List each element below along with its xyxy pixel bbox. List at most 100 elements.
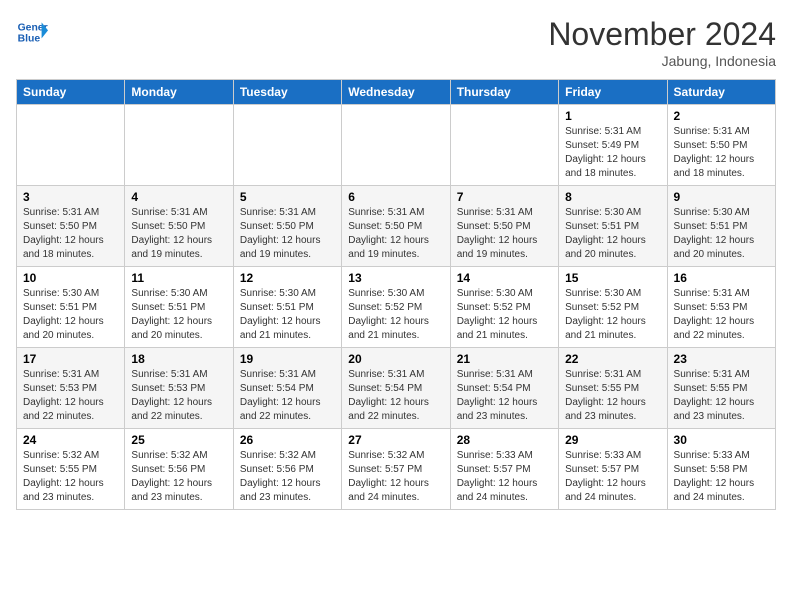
day-info: Sunrise: 5:30 AMSunset: 5:51 PMDaylight:… [565,206,660,262]
day-number: 27 [348,433,443,447]
day-number: 19 [240,352,335,366]
day-info: Sunrise: 5:31 AMSunset: 5:54 PMDaylight:… [457,368,552,424]
day-number: 11 [131,271,226,285]
calendar-table: SundayMondayTuesdayWednesdayThursdayFrid… [16,79,776,510]
day-number: 6 [348,190,443,204]
weekday-header: Monday [125,80,233,105]
calendar-cell: 8 Sunrise: 5:30 AMSunset: 5:51 PMDaylight… [559,186,667,267]
day-info: Sunrise: 5:32 AMSunset: 5:56 PMDaylight:… [131,449,226,505]
page-header: General Blue November 2024 Jabung, Indon… [16,16,776,69]
calendar-cell: 20 Sunrise: 5:31 AMSunset: 5:54 PMDayligh… [342,348,450,429]
day-number: 3 [23,190,118,204]
calendar-cell: 28 Sunrise: 5:33 AMSunset: 5:57 PMDayligh… [450,429,558,510]
weekday-header: Saturday [667,80,775,105]
calendar-cell: 3 Sunrise: 5:31 AMSunset: 5:50 PMDaylight… [17,186,125,267]
day-info: Sunrise: 5:31 AMSunset: 5:55 PMDaylight:… [565,368,660,424]
day-info: Sunrise: 5:33 AMSunset: 5:58 PMDaylight:… [674,449,769,505]
calendar-cell: 4 Sunrise: 5:31 AMSunset: 5:50 PMDaylight… [125,186,233,267]
day-info: Sunrise: 5:30 AMSunset: 5:52 PMDaylight:… [565,287,660,343]
calendar-cell [17,105,125,186]
weekday-header: Wednesday [342,80,450,105]
calendar-cell: 25 Sunrise: 5:32 AMSunset: 5:56 PMDayligh… [125,429,233,510]
weekday-header: Friday [559,80,667,105]
day-number: 20 [348,352,443,366]
weekday-header: Thursday [450,80,558,105]
day-number: 2 [674,109,769,123]
day-number: 18 [131,352,226,366]
day-number: 15 [565,271,660,285]
day-number: 29 [565,433,660,447]
day-info: Sunrise: 5:31 AMSunset: 5:50 PMDaylight:… [23,206,118,262]
calendar-cell [233,105,341,186]
day-number: 12 [240,271,335,285]
title-area: November 2024 Jabung, Indonesia [548,16,776,69]
day-info: Sunrise: 5:33 AMSunset: 5:57 PMDaylight:… [457,449,552,505]
calendar-cell: 13 Sunrise: 5:30 AMSunset: 5:52 PMDayligh… [342,267,450,348]
calendar-cell: 15 Sunrise: 5:30 AMSunset: 5:52 PMDayligh… [559,267,667,348]
day-number: 14 [457,271,552,285]
calendar-week-row: 10 Sunrise: 5:30 AMSunset: 5:51 PMDayligh… [17,267,776,348]
day-info: Sunrise: 5:32 AMSunset: 5:56 PMDaylight:… [240,449,335,505]
location: Jabung, Indonesia [548,53,776,69]
calendar-cell: 24Sunrise: 5:32 AMSunset: 5:55 PMDayligh… [17,429,125,510]
day-info: Sunrise: 5:33 AMSunset: 5:57 PMDaylight:… [565,449,660,505]
calendar-cell: 10 Sunrise: 5:30 AMSunset: 5:51 PMDayligh… [17,267,125,348]
day-number: 17 [23,352,118,366]
calendar-cell [450,105,558,186]
day-info: Sunrise: 5:31 AMSunset: 5:49 PMDaylight:… [565,125,660,181]
calendar-cell: 9Sunrise: 5:30 AMSunset: 5:51 PMDaylight… [667,186,775,267]
calendar-cell: 12 Sunrise: 5:30 AMSunset: 5:51 PMDayligh… [233,267,341,348]
calendar-cell: 17 Sunrise: 5:31 AMSunset: 5:53 PMDayligh… [17,348,125,429]
calendar-cell: 6Sunrise: 5:31 AMSunset: 5:50 PMDaylight… [342,186,450,267]
day-info: Sunrise: 5:30 AMSunset: 5:52 PMDaylight:… [457,287,552,343]
logo-icon: General Blue [16,16,48,48]
calendar-cell: 14 Sunrise: 5:30 AMSunset: 5:52 PMDayligh… [450,267,558,348]
day-number: 7 [457,190,552,204]
day-number: 13 [348,271,443,285]
day-info: Sunrise: 5:30 AMSunset: 5:51 PMDaylight:… [674,206,769,262]
calendar-cell: 26Sunrise: 5:32 AMSunset: 5:56 PMDayligh… [233,429,341,510]
day-info: Sunrise: 5:30 AMSunset: 5:51 PMDaylight:… [23,287,118,343]
day-number: 28 [457,433,552,447]
day-number: 8 [565,190,660,204]
calendar-cell [125,105,233,186]
calendar-cell: 23Sunrise: 5:31 AMSunset: 5:55 PMDayligh… [667,348,775,429]
day-info: Sunrise: 5:31 AMSunset: 5:50 PMDaylight:… [240,206,335,262]
calendar-cell: 2 Sunrise: 5:31 AMSunset: 5:50 PMDaylight… [667,105,775,186]
day-number: 23 [674,352,769,366]
calendar-week-row: 17 Sunrise: 5:31 AMSunset: 5:53 PMDayligh… [17,348,776,429]
day-number: 21 [457,352,552,366]
day-number: 24 [23,433,118,447]
day-info: Sunrise: 5:30 AMSunset: 5:51 PMDaylight:… [240,287,335,343]
calendar-cell: 1 Sunrise: 5:31 AMSunset: 5:49 PMDaylight… [559,105,667,186]
day-info: Sunrise: 5:31 AMSunset: 5:54 PMDaylight:… [348,368,443,424]
weekday-header: Tuesday [233,80,341,105]
day-number: 5 [240,190,335,204]
calendar-cell: 22 Sunrise: 5:31 AMSunset: 5:55 PMDayligh… [559,348,667,429]
calendar-cell: 19Sunrise: 5:31 AMSunset: 5:54 PMDayligh… [233,348,341,429]
day-number: 4 [131,190,226,204]
day-info: Sunrise: 5:31 AMSunset: 5:53 PMDaylight:… [23,368,118,424]
day-info: Sunrise: 5:31 AMSunset: 5:50 PMDaylight:… [131,206,226,262]
logo: General Blue [16,16,48,48]
calendar-week-row: 1 Sunrise: 5:31 AMSunset: 5:49 PMDaylight… [17,105,776,186]
calendar-cell: 27Sunrise: 5:32 AMSunset: 5:57 PMDayligh… [342,429,450,510]
day-number: 16 [674,271,769,285]
day-info: Sunrise: 5:31 AMSunset: 5:50 PMDaylight:… [674,125,769,181]
day-number: 10 [23,271,118,285]
month-title: November 2024 [548,16,776,53]
day-number: 22 [565,352,660,366]
calendar-cell: 16 Sunrise: 5:31 AMSunset: 5:53 PMDayligh… [667,267,775,348]
day-number: 1 [565,109,660,123]
weekday-header: Sunday [17,80,125,105]
calendar-cell: 5 Sunrise: 5:31 AMSunset: 5:50 PMDaylight… [233,186,341,267]
day-number: 25 [131,433,226,447]
calendar-week-row: 24Sunrise: 5:32 AMSunset: 5:55 PMDayligh… [17,429,776,510]
day-info: Sunrise: 5:30 AMSunset: 5:52 PMDaylight:… [348,287,443,343]
day-info: Sunrise: 5:31 AMSunset: 5:50 PMDaylight:… [457,206,552,262]
day-number: 30 [674,433,769,447]
svg-text:Blue: Blue [18,34,41,45]
calendar-cell: 7 Sunrise: 5:31 AMSunset: 5:50 PMDaylight… [450,186,558,267]
calendar-cell [342,105,450,186]
day-info: Sunrise: 5:31 AMSunset: 5:53 PMDaylight:… [674,287,769,343]
